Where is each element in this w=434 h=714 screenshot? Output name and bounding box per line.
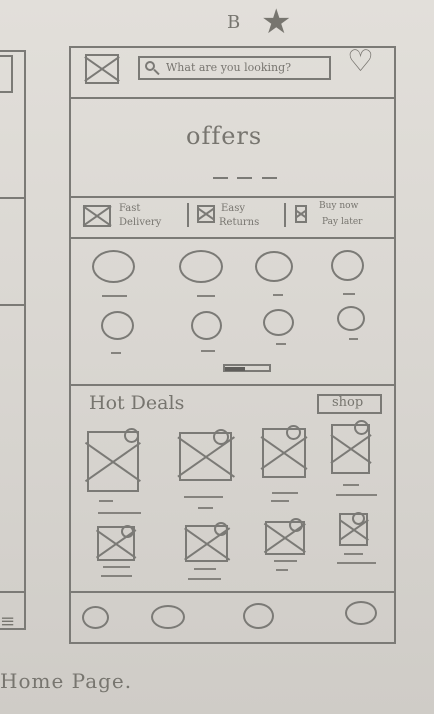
deal-product-price-5 (103, 566, 130, 568)
bottom-nav-cart[interactable] (243, 603, 274, 629)
deal-product-price-2 (184, 496, 223, 498)
bottom-nav-home[interactable] (82, 606, 109, 629)
category-circle-5[interactable] (101, 311, 134, 340)
deal-product-badge-3 (286, 425, 301, 440)
menu-image-icon[interactable] (85, 54, 119, 84)
offers-title: offers (186, 122, 263, 150)
bottom-nav-divider (71, 591, 394, 593)
feature-1-line-2: Delivery (119, 217, 162, 228)
top-star-mark: ★ (261, 2, 292, 42)
category-circle-3[interactable] (255, 251, 293, 282)
banner-divider (71, 196, 394, 198)
category-label-7 (276, 343, 286, 345)
deal-product-price-7 (274, 560, 297, 562)
deal-product-price-8 (344, 553, 363, 555)
hot-deals-title: Hot Deals (89, 392, 185, 414)
deal-product-badge-2 (213, 429, 229, 445)
feature-2-line-2: Returns (219, 217, 260, 228)
categories-divider (71, 384, 394, 386)
hot-deals-shop-label: shop (332, 395, 364, 410)
deal-product-name-3 (271, 500, 289, 502)
feature-1-icon (83, 205, 111, 227)
bottom-nav-profile[interactable] (345, 601, 377, 625)
deal-product-name-6 (188, 578, 221, 580)
category-label-3 (273, 294, 283, 296)
feature-2-line-1: Easy (221, 203, 246, 214)
left-page-menu-icon: ≡ (0, 611, 16, 632)
left-page-divider-3 (0, 591, 25, 593)
search-placeholder: What are you looking? (166, 61, 292, 74)
feature-3-icon (295, 205, 307, 223)
category-label-1 (102, 295, 127, 297)
category-label-2 (197, 295, 215, 297)
offers-dash-2 (237, 177, 252, 179)
deal-product-badge-1 (124, 428, 139, 443)
deal-product-badge-6 (214, 522, 228, 536)
deal-product-name-5 (101, 575, 132, 577)
category-label-5 (111, 352, 121, 354)
category-circle-2[interactable] (179, 250, 223, 283)
carousel-indicator-active (225, 367, 245, 371)
deal-product-name-7 (276, 569, 288, 571)
deal-product-name-4 (336, 494, 377, 496)
category-circle-8[interactable] (337, 306, 365, 331)
category-circle-7[interactable] (263, 309, 294, 336)
deal-product-price-1 (99, 500, 113, 502)
feature-3-line-2: Pay later (322, 217, 363, 227)
deal-product-name-2 (198, 507, 213, 509)
feature-1-line-1: Fast (119, 203, 141, 214)
heart-icon[interactable]: ♡ (347, 44, 374, 79)
category-label-4 (343, 293, 355, 295)
deal-product-badge-8 (352, 512, 365, 525)
deal-product-name-8 (337, 562, 376, 564)
feature-separator-1 (187, 203, 189, 227)
offers-dash-3 (262, 177, 277, 179)
feature-separator-2 (284, 203, 286, 227)
category-circle-4[interactable] (331, 250, 364, 281)
category-label-6 (201, 350, 215, 352)
left-page-divider-2 (0, 304, 25, 306)
deal-product-price-4 (343, 484, 359, 486)
category-circle-1[interactable] (92, 250, 135, 283)
left-page-edge (0, 50, 26, 630)
feature-3-line-1: Buy now (319, 201, 359, 211)
deal-product-badge-7 (289, 518, 303, 532)
bottom-nav-categories[interactable] (151, 605, 185, 629)
category-label-8 (349, 338, 358, 340)
deal-product-price-6 (194, 568, 216, 570)
top-letter-mark: B (227, 12, 241, 33)
category-circle-6[interactable] (191, 311, 222, 340)
feature-2-icon (197, 205, 215, 223)
left-page-top-box (0, 55, 13, 93)
deal-product-badge-5 (121, 525, 134, 538)
deal-product-price-3 (272, 492, 298, 494)
left-page-divider-1 (0, 197, 25, 199)
page-caption: Home Page. (0, 669, 133, 693)
deal-product-badge-4 (354, 420, 369, 435)
deal-product-name-1 (98, 512, 141, 514)
features-divider (71, 237, 394, 239)
offers-dash-1 (213, 177, 228, 179)
header-divider (71, 97, 394, 99)
